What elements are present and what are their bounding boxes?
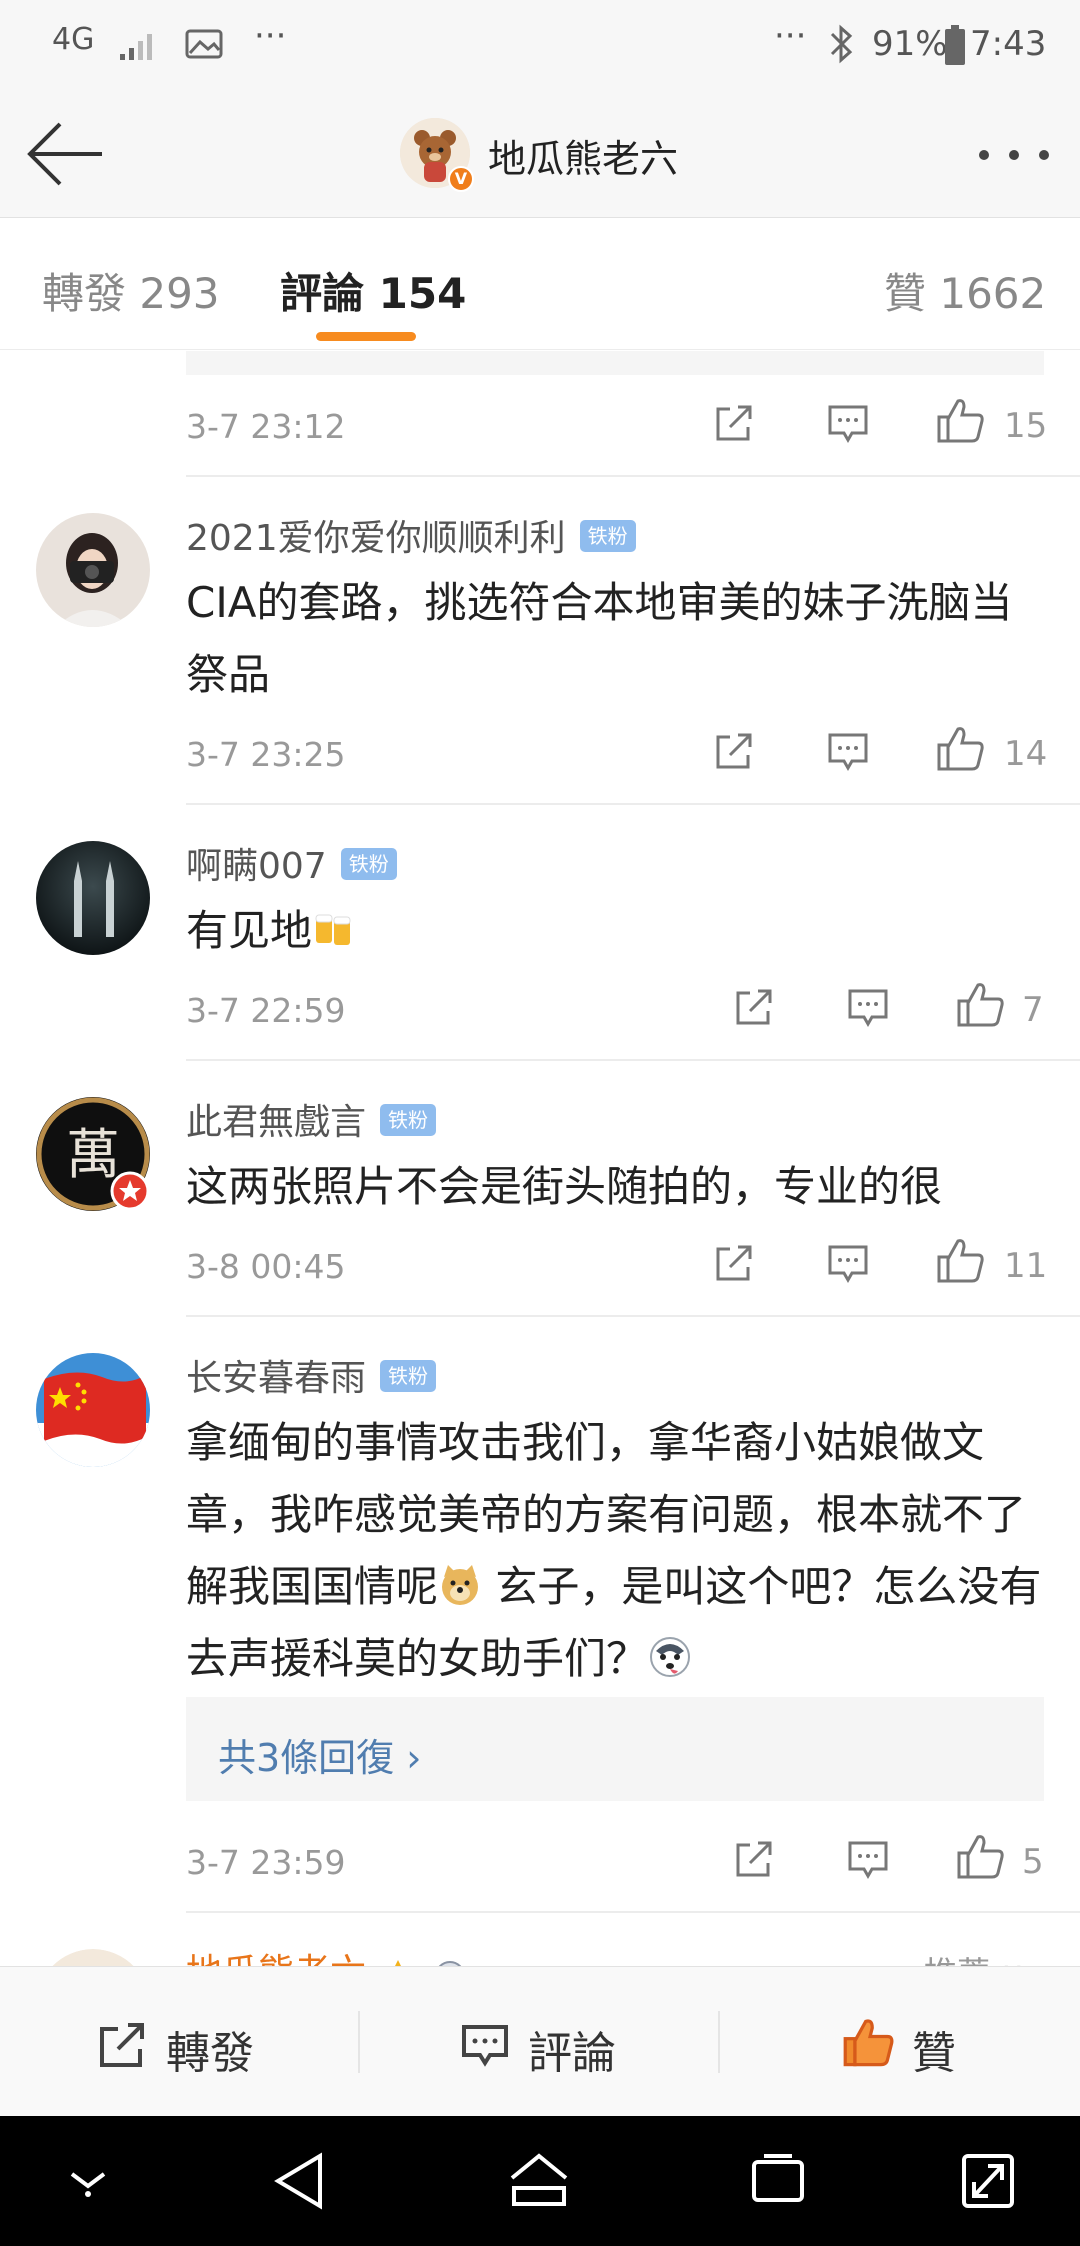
divider: [186, 475, 1080, 477]
verified-badge: V: [448, 166, 474, 192]
system-nav-bar: [0, 2116, 1080, 2246]
reply-count-link[interactable]: 共3條回復 ›: [218, 1727, 421, 1782]
image-icon: [185, 29, 223, 59]
reply-summary[interactable]: 共3條回復 ›: [186, 1697, 1044, 1801]
like-count: 11: [1004, 1246, 1048, 1286]
battery-percent: 91%: [872, 24, 948, 64]
tab-reposts[interactable]: 轉發 293: [42, 260, 220, 321]
divider: [186, 1059, 1080, 1061]
doge-emoji-icon: [442, 1565, 479, 1605]
comment-time: 3-7 23:12: [186, 407, 346, 446]
comment-time: 3-7 23:25: [186, 735, 346, 774]
more-options-icon[interactable]: [976, 140, 1052, 170]
tab-bar: 轉發 293 評論 154 贊 1662: [0, 218, 1080, 350]
comment-time: 3-7 22:59: [186, 991, 346, 1030]
clock: 7:43: [970, 24, 1047, 64]
like-label: 贊: [912, 2028, 956, 2079]
thumbs-up-icon[interactable]: [956, 1833, 1006, 1881]
status-bar: 4G ··· ··· 91% 7:43: [0, 0, 1080, 90]
tab-comments[interactable]: 評論 154: [280, 260, 466, 321]
tab-likes[interactable]: 贊 1662: [884, 260, 1046, 321]
missile-avatar-icon: [36, 841, 150, 955]
username[interactable]: 地瓜熊老六: [186, 1943, 470, 1966]
like-count: 5: [1022, 1842, 1044, 1882]
divider: [186, 1911, 1080, 1913]
like-button[interactable]: 贊: [720, 1967, 1080, 2117]
comment-icon[interactable]: [826, 731, 870, 773]
more-status: ···: [774, 16, 807, 56]
sort-dropdown[interactable]: 推薦 ∨: [924, 1947, 1025, 1966]
cheers-emoji-icon: [315, 914, 351, 945]
bluetooth-icon: [830, 24, 853, 64]
back-arrow-icon[interactable]: [24, 118, 108, 190]
fan-badge: 铁粉: [340, 848, 397, 880]
page-title[interactable]: 地瓜熊老六: [488, 128, 678, 183]
verified-star-icon: [110, 1171, 150, 1211]
husky-emoji-icon: [650, 1637, 691, 1677]
share-icon[interactable]: [712, 1241, 756, 1285]
comment-button[interactable]: 評論: [360, 1967, 718, 2117]
comment-text: 这两张照片不会是街头随拍的，专业的很: [186, 1162, 943, 1211]
thumbs-up-icon[interactable]: [936, 397, 986, 445]
battery-icon: [945, 25, 965, 65]
repost-icon: [100, 2023, 144, 2067]
comment-icon[interactable]: [846, 1839, 890, 1881]
username[interactable]: 啊瞒007 铁粉: [186, 837, 397, 889]
comment-text: 拿缅甸的事情攻击我们，拿华裔小姑娘做文章，我咋感觉美帝的方案有问题，根本就不了解…: [186, 1418, 1042, 1683]
crown-icon: [380, 1960, 417, 1966]
user-avatar[interactable]: [36, 841, 150, 955]
fan-badge: 铁粉: [380, 1104, 437, 1136]
comment-label: 評論: [528, 2028, 616, 2079]
more-notifications: ···: [254, 16, 287, 56]
username[interactable]: 长安暮春雨 铁粉: [186, 1349, 437, 1401]
comment-icon[interactable]: [846, 987, 890, 1029]
comment-time: 3-8 00:45: [186, 1247, 346, 1286]
username[interactable]: 2021爱你爱你顺顺利利 铁粉: [186, 509, 636, 561]
repost-button[interactable]: 轉發: [0, 1967, 358, 2117]
comment-list[interactable]: 3-7 23:12 15 2021爱你爱你顺顺利利 铁粉 CIA的套路，挑选符合本…: [0, 351, 1080, 1966]
reply-preview-strip: [186, 351, 1044, 375]
like-count: 15: [1004, 406, 1048, 446]
recent-apps-icon[interactable]: [748, 2148, 808, 2214]
comment-text: 有见地: [186, 895, 1046, 967]
share-icon[interactable]: [732, 985, 776, 1029]
keyboard-hide-icon[interactable]: [64, 2160, 112, 2200]
thumbs-up-icon[interactable]: [956, 981, 1006, 1029]
like-count: 14: [1004, 734, 1048, 774]
comment-time: 3-7 23:59: [186, 1843, 346, 1882]
user-avatar[interactable]: [36, 1949, 150, 1966]
username[interactable]: 此君無戲言 铁粉: [186, 1093, 437, 1145]
comment-icon[interactable]: [826, 1243, 870, 1285]
repost-label: 轉發: [166, 2028, 254, 2079]
user-avatar[interactable]: [36, 513, 150, 627]
divider: [186, 1315, 1080, 1317]
thumbs-up-icon: [843, 2019, 894, 2067]
share-icon[interactable]: [712, 729, 756, 773]
comment-icon[interactable]: [826, 403, 870, 445]
divider: [186, 803, 1080, 805]
expand-icon[interactable]: [958, 2148, 1018, 2214]
flag-avatar-icon: [36, 1353, 150, 1467]
bear-avatar-icon: [52, 1949, 134, 1966]
share-icon[interactable]: [732, 1837, 776, 1881]
action-bar: 轉發 評論 贊: [0, 1966, 1080, 2116]
comment-icon: [462, 2025, 508, 2067]
top-bar: V 地瓜熊老六: [0, 90, 1080, 218]
thumbs-up-icon[interactable]: [936, 725, 986, 773]
active-tab-indicator: [316, 332, 416, 341]
signal-icon: [120, 34, 152, 60]
medal-icon: [438, 1961, 462, 1966]
fan-badge: 铁粉: [579, 520, 636, 552]
back-icon[interactable]: [270, 2148, 330, 2214]
like-count: 7: [1022, 990, 1044, 1030]
thumbs-up-icon[interactable]: [936, 1237, 986, 1285]
fan-badge: 铁粉: [380, 1360, 437, 1392]
comment-text: CIA的套路，挑选符合本地审美的妹子洗脑当祭品: [186, 578, 1013, 699]
network-type: 4G: [52, 22, 95, 57]
share-icon[interactable]: [712, 401, 756, 445]
user-avatar[interactable]: [36, 1353, 150, 1467]
home-icon[interactable]: [506, 2148, 572, 2214]
photo-avatar-icon: [36, 513, 150, 627]
